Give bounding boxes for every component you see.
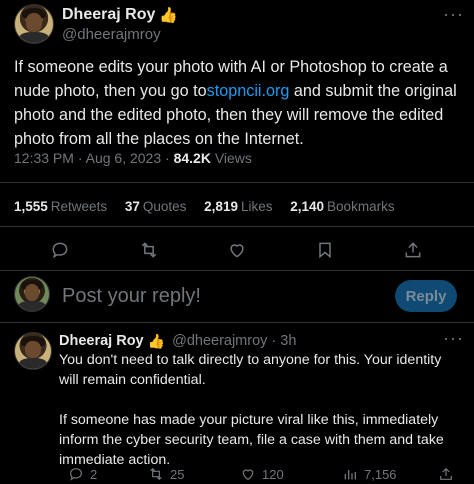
tweet-time[interactable]: 12:33 PM — [14, 150, 74, 166]
likes-stat[interactable]: 2,819 Likes — [204, 199, 272, 214]
reply-action-bar: 2 25 120 7,156 — [0, 466, 474, 484]
views-count: 84.2K — [173, 150, 211, 166]
reply-views-action[interactable]: 7,156 — [342, 466, 397, 482]
reply-button[interactable]: Reply — [395, 280, 457, 312]
reply-like-action[interactable]: 120 — [240, 466, 284, 482]
author-handle[interactable]: @dheerajmroy — [62, 26, 161, 43]
reply-retweets-count: 25 — [170, 466, 185, 482]
reply-likes-count: 120 — [262, 466, 284, 482]
reply-replies-count: 2 — [90, 466, 98, 482]
bookmarks-label: Bookmarks — [327, 199, 395, 214]
reply-header: Dheeraj Roy 👍 @dheerajmroy · 3h — [59, 333, 296, 350]
retweet-icon[interactable] — [135, 236, 163, 264]
share-icon[interactable] — [399, 236, 427, 264]
meta-separator: · — [165, 150, 174, 166]
retweets-count: 1,555 — [14, 199, 48, 214]
reply-more-options-icon[interactable]: ··· — [443, 328, 464, 349]
heart-icon — [242, 469, 254, 481]
meta-separator: · — [77, 150, 86, 166]
reply-reply-action[interactable]: 2 — [68, 466, 97, 482]
quotes-label: Quotes — [142, 199, 187, 214]
retweets-label: Retweets — [50, 199, 108, 214]
reply-paragraph-2: If someone has made your picture viral l… — [59, 412, 444, 468]
quotes-count: 37 — [124, 199, 140, 214]
tweet-action-bar — [0, 236, 474, 264]
retweets-stat[interactable]: 1,555 Retweets — [14, 199, 107, 214]
bookmarks-count: 2,140 — [290, 199, 325, 214]
views-label: Views — [214, 150, 252, 166]
likes-label: Likes — [240, 199, 273, 214]
tweet-date[interactable]: Aug 6, 2023 — [86, 150, 162, 166]
tweet-stats: 1,555 Retweets 37 Quotes 2,819 Likes 2,140 B… — [14, 199, 409, 214]
tweet-text: If someone edits your photo with AI or P… — [14, 55, 464, 151]
reply-text: You don't need to talk directly to anyon… — [59, 350, 464, 484]
author-name[interactable]: Dheeraj Roy 👍 — [62, 6, 178, 24]
bookmarks-stat[interactable]: 2,140 Bookmarks — [290, 199, 394, 214]
reply-paragraph-1: You don't need to talk directly to anyon… — [59, 352, 442, 388]
reply-icon — [70, 468, 82, 481]
reply-author-name[interactable]: Dheeraj Roy — [59, 333, 144, 349]
likes-count: 2,819 — [204, 199, 238, 214]
reply-input[interactable]: Post your reply! — [62, 285, 201, 308]
more-options-icon[interactable]: ··· — [443, 4, 464, 25]
reply-retweet-action[interactable]: 25 — [148, 466, 184, 482]
divider — [0, 270, 474, 271]
thumbs-up-badge-icon: 👍 — [147, 333, 166, 349]
bookmark-icon[interactable] — [311, 236, 339, 264]
retweet-icon — [150, 467, 162, 481]
heart-icon[interactable] — [223, 236, 251, 264]
reply-age[interactable]: · 3h — [271, 333, 296, 349]
reply-icon[interactable] — [46, 236, 74, 264]
reply-share-action[interactable] — [438, 466, 454, 482]
tweet-link[interactable]: stopncii.org — [207, 82, 290, 100]
divider — [0, 182, 474, 183]
quotes-stat[interactable]: 37 Quotes — [125, 199, 187, 214]
reply-author-handle[interactable]: @dheerajmroy — [172, 333, 267, 349]
current-user-avatar[interactable] — [14, 276, 50, 312]
tweet-meta: 12:33 PM · Aug 6, 2023 · 84.2K Views — [14, 150, 252, 166]
reply-views-count: 7,156 — [364, 466, 397, 482]
divider — [0, 226, 474, 227]
author-name-text: Dheeraj Roy — [62, 6, 156, 23]
author-avatar[interactable] — [14, 4, 54, 44]
thumbs-up-badge-icon: 👍 — [159, 7, 179, 24]
share-icon — [440, 467, 452, 480]
reply-author-avatar[interactable] — [14, 332, 52, 370]
divider — [0, 322, 474, 323]
views-icon — [344, 470, 356, 480]
